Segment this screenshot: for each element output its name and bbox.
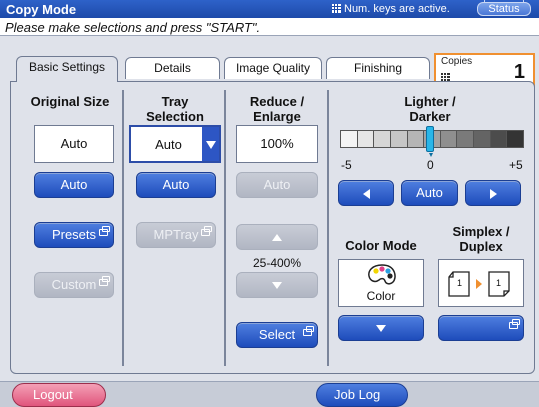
lighter-button[interactable] [338, 180, 394, 206]
arrow-down-icon [376, 325, 386, 333]
mptray-button[interactable]: MPTray [136, 222, 216, 248]
reduce-header-line2: Enlarge [253, 109, 301, 124]
density-auto-button[interactable]: Auto [401, 180, 458, 206]
density-header: Lighter / Darker [380, 94, 480, 124]
zoom-down-button[interactable] [236, 272, 318, 298]
presets-label: Presets [51, 227, 97, 242]
original-size-auto-button[interactable]: Auto [34, 172, 114, 198]
density-min-label: -5 [341, 158, 352, 172]
popup-icon [99, 276, 110, 286]
popup-icon [509, 319, 520, 329]
custom-button[interactable]: Custom [34, 272, 114, 298]
popup-icon [201, 226, 212, 236]
tray-header-line1: Tray [161, 94, 189, 109]
presets-button[interactable]: Presets [34, 222, 114, 248]
tray-header-line2: Selection [146, 109, 204, 124]
keypad-icon [332, 4, 341, 13]
tray-select-dropdown[interactable]: Auto [129, 125, 221, 163]
mptray-label: MPTray [153, 227, 199, 242]
tray-selection-header: Tray Selection [128, 94, 222, 124]
custom-label: Custom [51, 277, 97, 292]
density-mid-label: 0 [427, 158, 434, 172]
logout-button[interactable]: Logout [12, 383, 106, 407]
copies-label: Copies [441, 56, 473, 67]
dropdown-arrow-icon [202, 127, 219, 161]
job-log-button[interactable]: Job Log [316, 383, 408, 407]
reduce-enlarge-header: Reduce / Enlarge [230, 94, 324, 124]
arrow-down-icon [272, 282, 282, 290]
tab-image-quality[interactable]: Image Quality [224, 57, 322, 79]
arrow-right-icon [489, 188, 497, 199]
zoom-range-label: 25-400% [252, 256, 302, 270]
density-level-marker [426, 126, 434, 157]
density-max-label: +5 [509, 158, 523, 172]
screen-title: Copy Mode [6, 2, 77, 17]
simplex-duplex-header: Simplex / Duplex [430, 224, 532, 254]
tab-details[interactable]: Details [125, 57, 220, 79]
tray-auto-button[interactable]: Auto [136, 172, 216, 198]
tab-basic-settings[interactable]: Basic Settings [16, 56, 118, 82]
copy-mode-screen: Copy Mode Num. keys are active. Status P… [0, 0, 539, 407]
simplex-right-page-number: 1 [496, 278, 502, 288]
color-palette-icon [368, 264, 396, 285]
color-mode-value: Color [366, 289, 396, 303]
popup-icon [303, 326, 314, 336]
column-divider [327, 90, 329, 366]
arrow-up-icon [272, 234, 282, 242]
select-label: Select [258, 327, 296, 342]
numkeys-indicator: Num. keys are active. [332, 3, 450, 15]
simplex-header-line2: Duplex [459, 239, 503, 254]
tab-finishing[interactable]: Finishing [326, 57, 430, 79]
zoom-select-button[interactable]: Select [236, 322, 318, 348]
simplex-duplex-button[interactable] [438, 315, 524, 341]
density-header-line2: Darker [409, 109, 451, 124]
status-button[interactable]: Status [477, 0, 531, 16]
tray-value: Auto [155, 137, 182, 152]
column-divider [224, 90, 226, 366]
original-size-header: Original Size [30, 94, 110, 109]
color-mode-header: Color Mode [345, 238, 417, 253]
reduce-header-line1: Reduce / [249, 94, 305, 109]
arrow-left-icon [362, 188, 370, 199]
color-mode-dropdown-button[interactable] [338, 315, 424, 341]
simplex-header-line1: Simplex / [452, 224, 510, 239]
zoom-auto-button[interactable]: Auto [236, 172, 318, 198]
simplex-left-page-number: 1 [457, 278, 463, 288]
simplex-duplex-display: 1 1 [438, 259, 524, 307]
zoom-value: 100% [236, 125, 318, 163]
instruction-message: Please make selections and press "START"… [5, 20, 261, 35]
density-header-line1: Lighter / [404, 94, 456, 109]
column-divider [122, 90, 124, 366]
darker-button[interactable] [465, 180, 521, 206]
numkeys-text: Num. keys are active. [344, 3, 450, 15]
popup-icon [99, 226, 110, 236]
color-mode-display: Color [338, 259, 424, 307]
title-bar: Copy Mode Num. keys are active. Status [0, 0, 539, 18]
message-bar: Please make selections and press "START"… [0, 18, 539, 36]
original-size-value: Auto [34, 125, 114, 163]
zoom-up-button[interactable] [236, 224, 318, 250]
